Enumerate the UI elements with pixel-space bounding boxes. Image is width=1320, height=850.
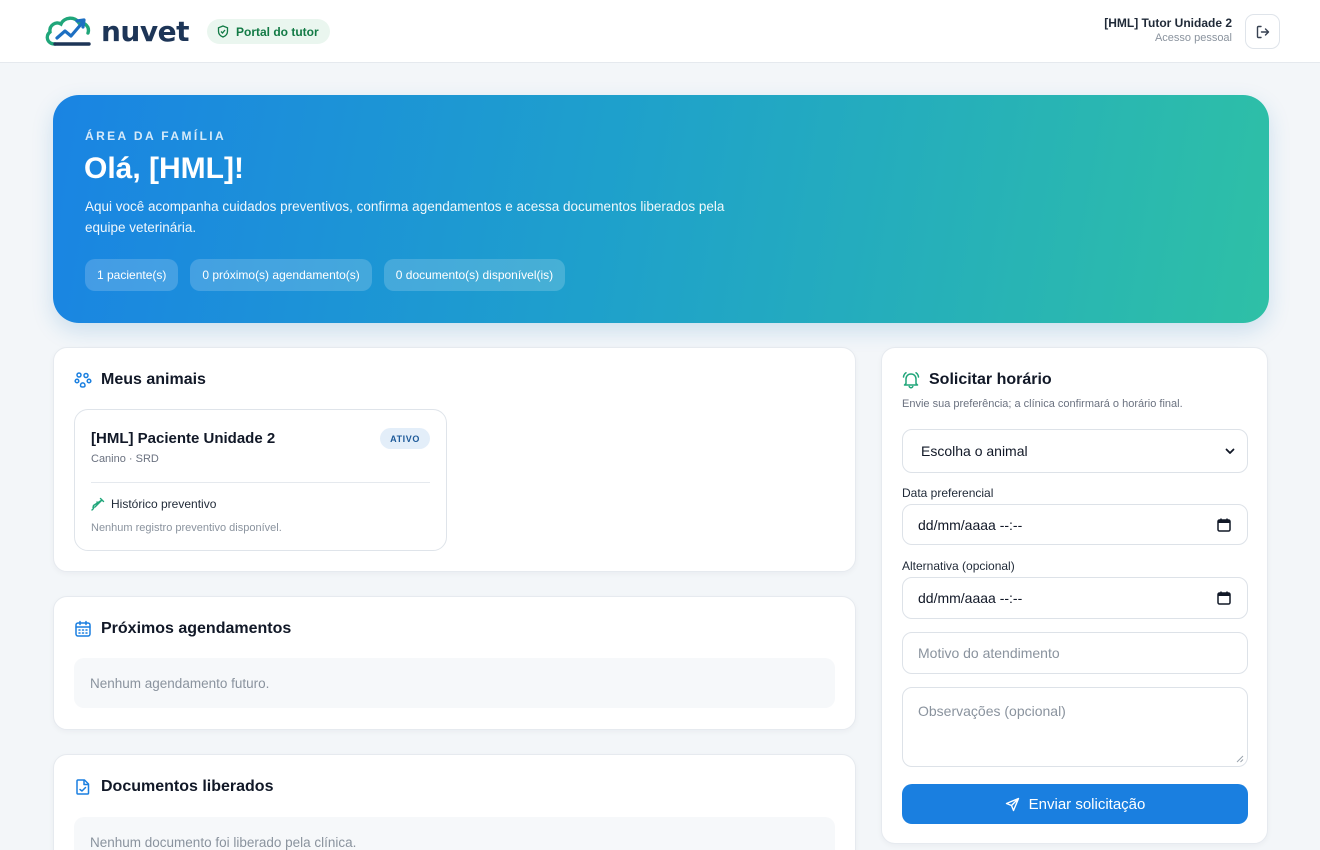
preventive-history-title: Histórico preventivo [91, 497, 216, 511]
send-request-button[interactable]: Enviar solicitação [902, 784, 1248, 824]
preferred-date-input[interactable]: dd/mm/aaaa --:-- [902, 504, 1248, 545]
bell-icon [902, 372, 920, 389]
request-appointment-card: Solicitar horário Envie sua preferência;… [881, 347, 1268, 844]
portal-badge: Portal do tutor [207, 19, 330, 44]
hero-kicker: ÁREA DA FAMÍLIA [85, 129, 227, 143]
notes-textarea[interactable]: Observações (opcional) [902, 687, 1248, 767]
alternative-date-label: Alternativa (opcional) [902, 559, 1015, 573]
paw-icon [74, 372, 92, 388]
documents-card: Documentos liberados Nenhum documento fo… [53, 754, 856, 850]
nuvet-logo[interactable]: nuvet [43, 13, 190, 51]
animals-title: Meus animais [74, 371, 206, 389]
portal-badge-label: Portal do tutor [236, 24, 319, 39]
pet-divider [91, 482, 430, 483]
appointments-card: Próximos agendamentos Nenhum agendamento… [53, 596, 856, 730]
notes-placeholder: Observações (opcional) [918, 703, 1066, 719]
animal-select[interactable]: Escolha o animal [902, 429, 1248, 473]
stat-patients: 1 paciente(s) [85, 259, 179, 291]
appointments-title-label: Próximos agendamentos [101, 620, 292, 637]
calendar-icon [75, 620, 91, 637]
resize-grip-icon[interactable] [1236, 755, 1244, 763]
preventive-history-label: Histórico preventivo [111, 497, 217, 511]
user-name: [HML] Tutor Unidade 2 [1104, 16, 1232, 30]
cloud-chart-logo-icon [45, 16, 91, 46]
send-icon [1005, 797, 1019, 811]
pet-card[interactable]: [HML] Paciente Unidade 2 Canino · SRD AT… [74, 409, 447, 551]
preferred-date-label: Data preferencial [902, 486, 994, 500]
brand-name: nuvet [101, 15, 190, 48]
reason-placeholder: Motivo do atendimento [918, 645, 1060, 661]
request-title: Solicitar horário [902, 371, 1052, 389]
alternative-date-value: dd/mm/aaaa --:-- [918, 590, 1023, 606]
pet-name: [HML] Paciente Unidade 2 [91, 430, 276, 447]
user-subtitle: Acesso pessoal [1154, 32, 1232, 44]
stat-documents: 0 documento(s) disponível(is) [383, 259, 566, 291]
syringe-icon [91, 497, 105, 511]
pet-status-badge: ATIVO [380, 428, 430, 449]
request-subtitle: Envie sua preferência; a clínica confirm… [902, 398, 1183, 410]
hero-stats: 1 paciente(s) 0 próximo(s) agendamento(s… [85, 259, 566, 291]
appointments-empty: Nenhum agendamento futuro. [74, 658, 835, 708]
preventive-history-empty: Nenhum registro preventivo disponível. [91, 522, 282, 534]
top-bar: nuvet Portal do tutor [HML] Tutor Unidad… [0, 0, 1320, 63]
documents-title: Documentos liberados [74, 778, 273, 796]
request-title-label: Solicitar horário [929, 371, 1052, 388]
logout-button[interactable] [1245, 14, 1280, 49]
preferred-date-value: dd/mm/aaaa --:-- [918, 516, 1023, 533]
appointments-title: Próximos agendamentos [74, 620, 291, 638]
pet-species: Canino · SRD [91, 453, 159, 465]
hero-description: Aqui você acompanha cuidados preventivos… [85, 199, 725, 235]
chevron-down-icon [1225, 448, 1235, 454]
calendar-picker-icon[interactable] [1217, 591, 1231, 605]
stat-appointments: 0 próximo(s) agendamento(s) [190, 259, 372, 291]
calendar-picker-icon[interactable] [1217, 518, 1231, 532]
document-icon [76, 779, 90, 795]
reason-input[interactable]: Motivo do atendimento [902, 632, 1248, 674]
alternative-date-input[interactable]: dd/mm/aaaa --:-- [902, 577, 1248, 619]
documents-title-label: Documentos liberados [101, 778, 274, 795]
hero-title: Olá, [HML]! [84, 152, 244, 185]
documents-empty: Nenhum documento foi liberado pela clíni… [74, 817, 835, 850]
animal-select-value: Escolha o animal [921, 443, 1028, 459]
animals-card: Meus animais [HML] Paciente Unidade 2 Ca… [53, 347, 856, 572]
shield-icon [217, 25, 229, 38]
animals-title-label: Meus animais [101, 371, 206, 388]
welcome-hero: ÁREA DA FAMÍLIA Olá, [HML]! Aqui você ac… [53, 95, 1269, 323]
send-request-label: Enviar solicitação [1028, 795, 1146, 813]
logout-icon [1256, 25, 1269, 38]
user-info: [HML] Tutor Unidade 2 Acesso pessoal [1104, 16, 1232, 46]
